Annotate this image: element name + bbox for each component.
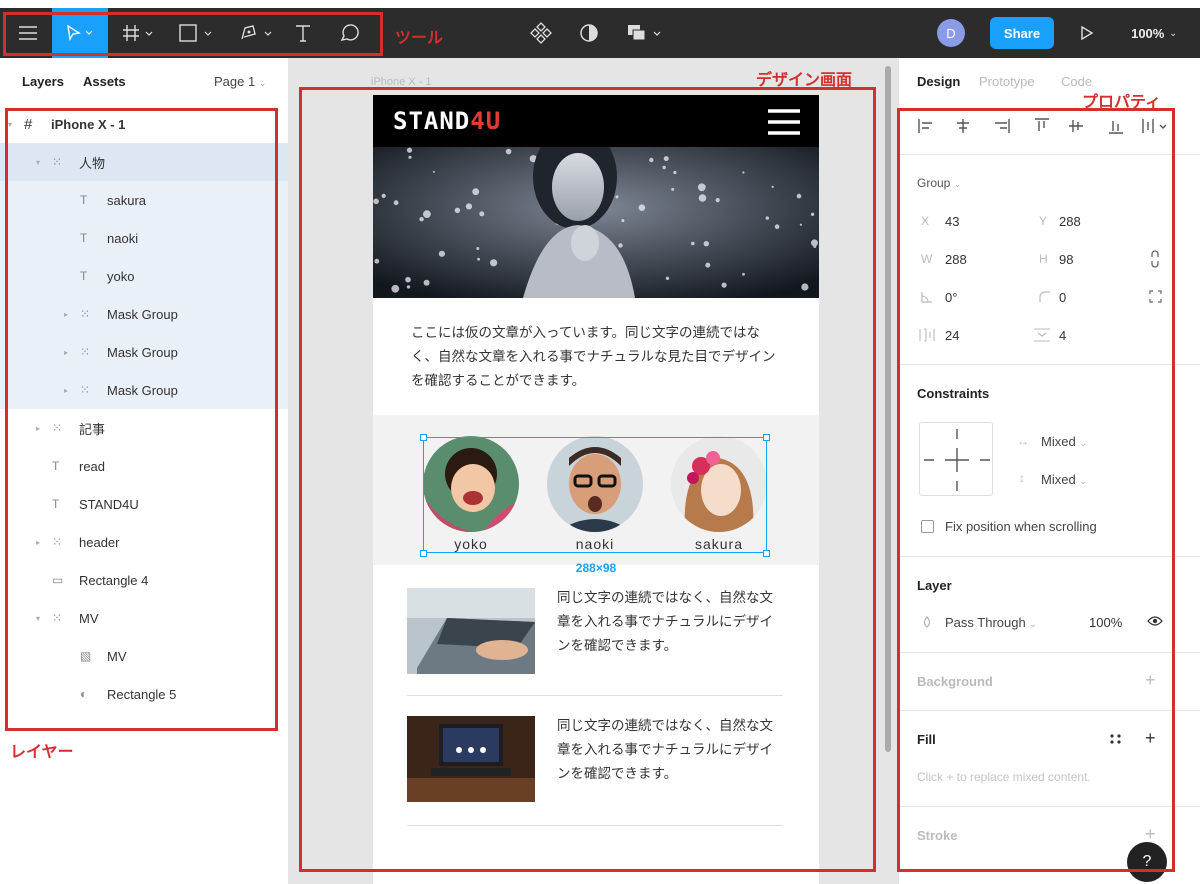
annotation-box-layers bbox=[5, 108, 278, 731]
annotation-tools: ツール bbox=[395, 30, 444, 47]
zoom-value: 100% bbox=[1131, 25, 1165, 41]
page-name: Page 1 bbox=[214, 74, 256, 89]
avatar[interactable]: D bbox=[934, 8, 968, 58]
component-icon bbox=[530, 22, 552, 44]
present-button[interactable] bbox=[1072, 8, 1102, 58]
tab-design[interactable]: Design bbox=[917, 74, 960, 89]
boolean-button[interactable] bbox=[620, 8, 670, 58]
mask-button[interactable] bbox=[574, 8, 604, 58]
annotation-box-design bbox=[299, 87, 876, 872]
tab-code[interactable]: Code bbox=[1061, 74, 1092, 89]
annotation-properties: プロパティ bbox=[1082, 94, 1162, 111]
annotation-box-properties bbox=[897, 108, 1175, 872]
canvas-scrollbar[interactable] bbox=[885, 66, 891, 752]
annotation-design: デザイン画面 bbox=[756, 72, 853, 89]
boolean-icon bbox=[628, 25, 661, 41]
avatar-initial: D bbox=[937, 19, 965, 47]
page-selector[interactable]: Page 1 ⌄ bbox=[214, 74, 266, 89]
share-button[interactable]: Share bbox=[990, 17, 1054, 49]
chevron-down-icon: ⌄ bbox=[258, 78, 267, 88]
share-button-wrap: Share bbox=[990, 8, 1054, 58]
play-icon bbox=[1081, 25, 1094, 41]
chevron-down-icon: ⌄ bbox=[1169, 27, 1177, 38]
annotation-layers: レイヤー bbox=[10, 744, 74, 761]
tab-assets[interactable]: Assets bbox=[83, 74, 126, 89]
contrast-icon bbox=[580, 24, 598, 42]
tab-prototype[interactable]: Prototype bbox=[979, 74, 1035, 89]
component-button[interactable] bbox=[526, 8, 556, 58]
tab-layers[interactable]: Layers bbox=[22, 74, 64, 89]
annotation-box-tools bbox=[3, 12, 383, 56]
zoom-menu[interactable]: 100% ⌄ bbox=[1114, 8, 1194, 58]
